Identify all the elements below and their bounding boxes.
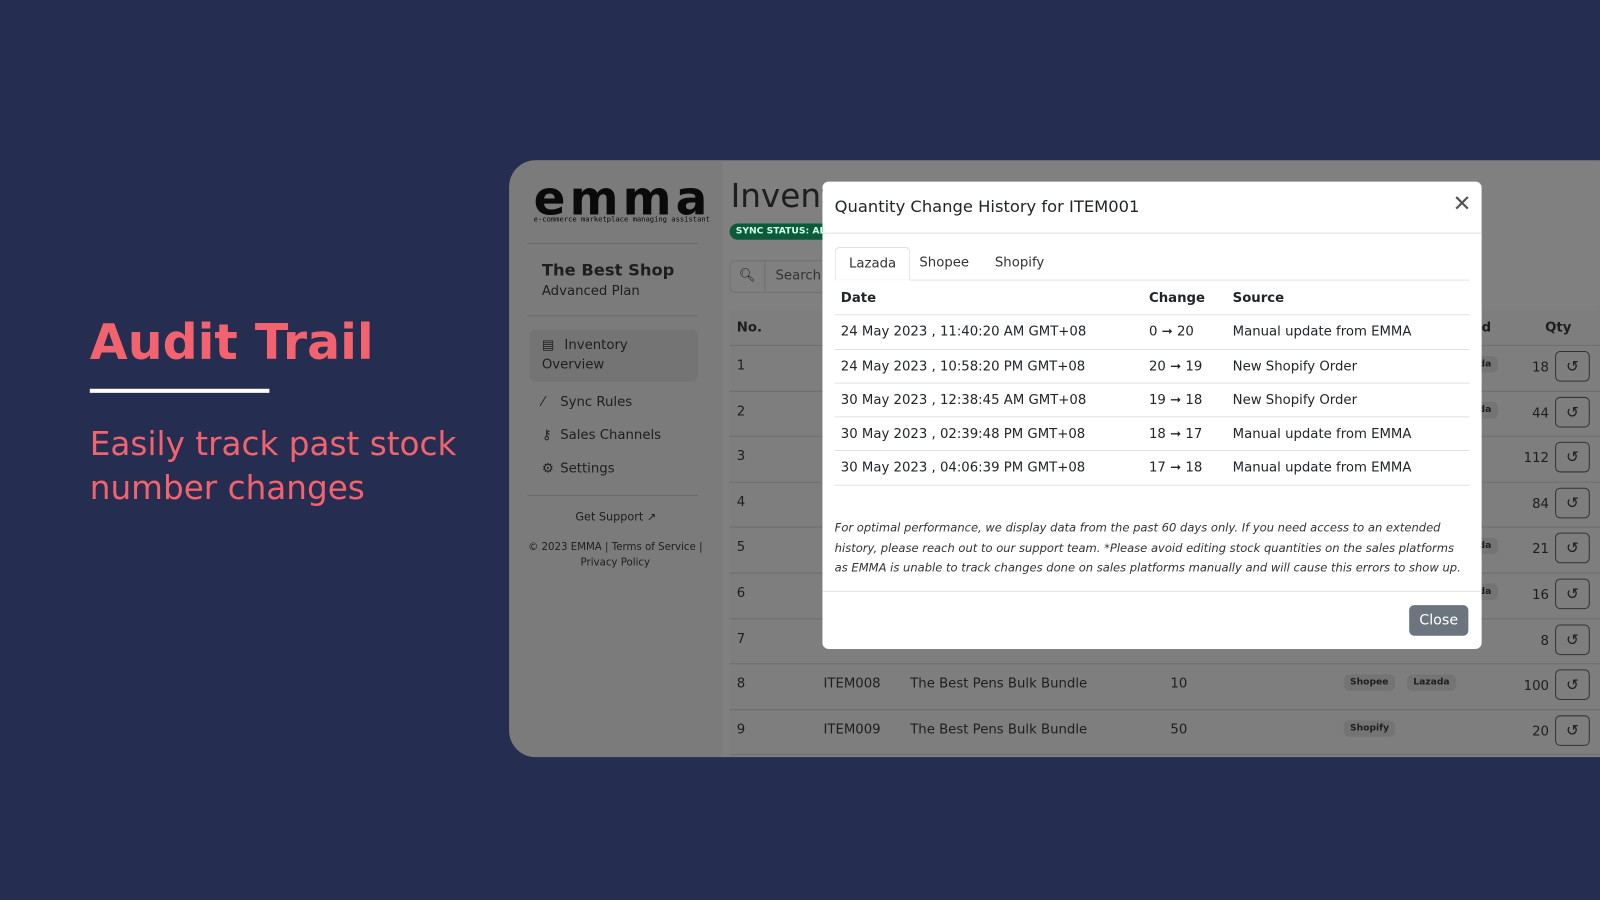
history-icon[interactable]: ↺ [1555, 351, 1590, 382]
key-icon: ⚷ [541, 427, 552, 443]
history-icon[interactable]: ↺ [1555, 715, 1590, 746]
item-name: The Best Pens Bulk Bundle [910, 722, 1088, 738]
qty-value: 44 [1532, 405, 1549, 422]
row-no: 9 [736, 722, 746, 738]
change-value: 19 ➞ 18 [1148, 392, 1203, 409]
row-no: 3 [736, 449, 746, 465]
quantity-history-modal: Quantity Change History for ITEM001 ✕ Laz… [822, 181, 1482, 649]
external-link-icon: ↗ [646, 510, 657, 524]
tab-shopee[interactable]: Shopee [906, 247, 982, 281]
item-name: The Best Pens Bulk Bundle [910, 676, 1088, 692]
history-row: 24 May 2023 , 10:58:20 PM GMT+08 20 ➞ 19 N… [834, 350, 1470, 384]
gear-icon: ⚙ [541, 461, 554, 477]
change-date: 30 May 2023 , 04:06:39 PM GMT+08 [840, 460, 1086, 477]
divider [527, 494, 698, 496]
plan-name: Advanced Plan [541, 283, 640, 299]
row-no: 1 [736, 358, 746, 374]
hero-subtitle: Easily track past stock number changes [89, 424, 457, 508]
change-source: New Shopify Order [1232, 358, 1358, 375]
qty-value: 84 [1532, 496, 1549, 513]
divider [527, 242, 698, 244]
item-number: 50 [1170, 722, 1188, 738]
shop-name: The Best Shop [541, 260, 675, 280]
item-number: 10 [1170, 676, 1188, 692]
page-title: Invent [730, 176, 834, 216]
history-icon[interactable]: ↺ [1555, 533, 1590, 564]
change-date: 24 May 2023 , 10:58:20 PM GMT+08 [840, 358, 1086, 375]
warehouse-icon: ▤ [541, 337, 555, 354]
change-source: Manual update from EMMA [1232, 426, 1412, 443]
get-support-link[interactable]: Get Support ↗ [509, 510, 722, 523]
platform-tabs: Lazada Shopee Shopify [834, 246, 1470, 281]
history-table: Date Change Source 24 May 2023 , 11:40:20 … [834, 282, 1470, 486]
sidebar-item-sync-rules[interactable]: ⁄ Sync Rules [530, 389, 698, 417]
history-icon[interactable]: ↺ [1555, 487, 1590, 519]
channel-badge: Shopify [1343, 720, 1396, 737]
change-value: 17 ➞ 18 [1148, 460, 1203, 477]
close-button[interactable]: Close [1409, 605, 1469, 636]
magic-wand-icon: ⁄ [541, 394, 545, 411]
row-no: 5 [736, 540, 746, 556]
item-id: ITEM008 [823, 676, 881, 692]
change-source: Manual update from EMMA [1232, 324, 1412, 341]
change-source: New Shopify Order [1232, 392, 1358, 409]
modal-footer-divider [822, 590, 1482, 592]
tab-shopify[interactable]: Shopify [982, 247, 1058, 281]
history-icon[interactable]: ↺ [1555, 396, 1590, 428]
history-icon[interactable]: ↺ [1555, 442, 1590, 473]
qty-value: 8 [1540, 633, 1549, 649]
history-icon[interactable]: ↺ [1555, 669, 1590, 701]
row-no: 2 [736, 403, 746, 419]
qty-value: 18 [1532, 360, 1549, 376]
hero-title: Audit Trail [89, 314, 374, 372]
logo-tagline: e-commerce marketplace managing assistan… [533, 215, 710, 224]
qty-value: 100 [1523, 678, 1549, 695]
history-row: 24 May 2023 , 11:40:20 AM GMT+08 0 ➞ 20 Ma… [834, 316, 1470, 350]
sync-status-badge: SYNC STATUS: AL [729, 223, 832, 240]
item-id: ITEM009 [823, 722, 881, 738]
sidebar-item-settings[interactable]: ⚙ Settings [530, 455, 698, 483]
history-row: 30 May 2023 , 02:39:48 PM GMT+08 18 ➞ 17 M… [834, 418, 1470, 452]
channel-badge: Lazada [1407, 674, 1456, 691]
qty-value: 20 [1532, 724, 1549, 740]
qty-value: 21 [1532, 542, 1549, 558]
history-row: 30 May 2023 , 04:06:39 PM GMT+08 17 ➞ 18 M… [834, 452, 1470, 486]
change-date: 30 May 2023 , 12:38:45 AM GMT+08 [840, 392, 1087, 409]
divider [527, 315, 698, 317]
qty-value: 16 [1532, 587, 1549, 604]
history-icon[interactable]: ↺ [1555, 624, 1590, 655]
change-value: 0 ➞ 20 [1148, 324, 1194, 341]
table-row: 8 ITEM008 The Best Pens Bulk Bundle 10 Sh… [729, 664, 1600, 710]
close-icon[interactable]: ✕ [1453, 192, 1472, 218]
row-no: 4 [736, 494, 746, 510]
privacy-link[interactable]: Privacy Policy [581, 557, 651, 568]
terms-link[interactable]: Terms of Service [612, 542, 696, 553]
sidebar-item-sales-channels[interactable]: ⚷ Sales Channels [530, 421, 698, 449]
change-date: 24 May 2023 , 11:40:20 AM GMT+08 [840, 324, 1087, 341]
change-date: 30 May 2023 , 02:39:48 PM GMT+08 [840, 426, 1086, 443]
sidebar: emma e-commerce marketplace managing ass… [509, 160, 723, 758]
history-icon[interactable]: ↺ [1555, 578, 1590, 610]
history-note: For optimal performance, we display data… [834, 521, 1461, 575]
search-icon: 🔍︎ [731, 261, 766, 292]
row-no: 6 [736, 585, 746, 601]
change-source: Manual update from EMMA [1232, 460, 1412, 477]
channel-badge: Shopee [1343, 674, 1395, 691]
tab-lazada[interactable]: Lazada [834, 246, 911, 281]
table-row: 9 ITEM009 The Best Pens Bulk Bundle 50 Sh… [729, 710, 1600, 756]
sidebar-item-inventory-overview[interactable]: ▤ Inventory Overview [529, 329, 698, 382]
row-no: 7 [736, 631, 746, 647]
history-row: 30 May 2023 , 12:38:45 AM GMT+08 19 ➞ 18 N… [834, 384, 1470, 418]
modal-title: Quantity Change History for ITEM001 [834, 196, 1140, 217]
row-no: 8 [736, 676, 746, 692]
qty-value: 112 [1523, 451, 1549, 467]
change-value: 18 ➞ 17 [1148, 426, 1203, 443]
hero-divider [89, 388, 270, 393]
history-header: Date Change Source [834, 282, 1470, 316]
footer: © 2023 EMMA | Terms of Service | Privacy… [528, 541, 703, 569]
change-value: 20 ➞ 19 [1148, 358, 1203, 375]
